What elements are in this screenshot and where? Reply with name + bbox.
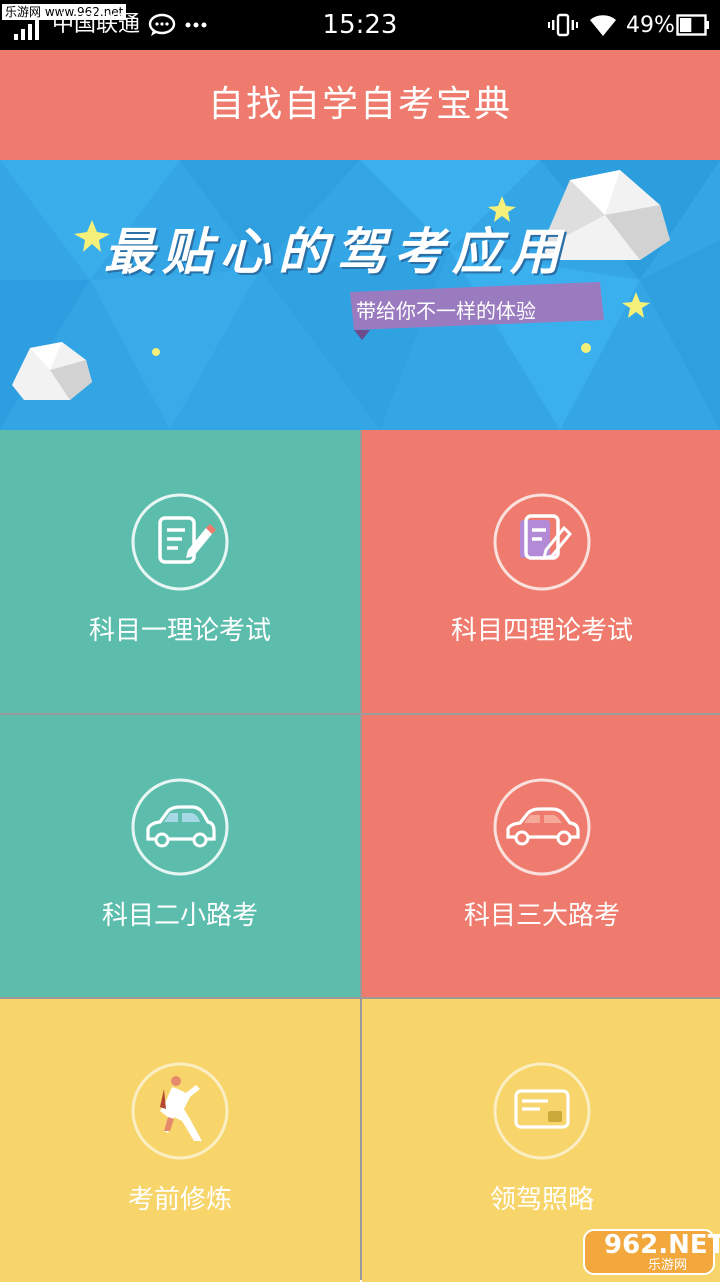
tile-pre-exam-training[interactable]: 考前修炼 <box>0 999 360 1282</box>
tile-subject-three[interactable]: 科目三大路考 <box>362 715 720 998</box>
page-title: 自找自学自考宝典 <box>207 84 512 125</box>
site-logo-text: 962.NET <box>604 1230 720 1260</box>
exam-edit-icon <box>493 493 591 591</box>
exam-note-icon <box>131 493 229 591</box>
wifi-icon <box>590 15 616 37</box>
banner[interactable]: 最贴心的驾考应用 带给你不一样的体验 <box>0 160 720 430</box>
tile-label-subject-four: 科目四理论考试 <box>450 616 633 646</box>
app-header: 自找自学自考宝典 <box>0 50 720 160</box>
grid-divider-horizontal-2 <box>0 997 720 999</box>
car-icon <box>493 778 591 876</box>
battery-percent: 49% <box>626 13 675 38</box>
grid-divider-horizontal-1 <box>0 713 720 715</box>
tile-subject-two[interactable]: 科目二小路考 <box>0 715 360 998</box>
exercise-icon <box>131 1062 229 1160</box>
status-bar: 乐游网 www.962.net 中国联通 15:23 49% <box>0 0 720 50</box>
site-logo-sub: 乐游网 <box>648 1258 688 1273</box>
tile-label-pre-exam-training: 考前修炼 <box>127 1185 232 1215</box>
vibrate-icon <box>548 13 578 37</box>
license-card-icon <box>493 1062 591 1160</box>
grid-divider-vertical <box>360 430 362 1280</box>
tile-label-subject-two: 科目二小路考 <box>101 901 258 931</box>
small-car-icon <box>131 778 229 876</box>
tile-label-subject-one: 科目一理论考试 <box>88 616 271 646</box>
tile-subject-one[interactable]: 科目一理论考试 <box>0 430 360 713</box>
tile-label-subject-three: 科目三大路考 <box>463 901 620 931</box>
tile-subject-four[interactable]: 科目四理论考试 <box>362 430 720 713</box>
tile-label-license-guide: 领驾照略 <box>489 1185 594 1215</box>
banner-tagline: 带给你不一样的体验 <box>356 299 536 323</box>
battery-icon <box>676 14 709 36</box>
banner-slogan: 最贴心的驾考应用 <box>104 222 568 281</box>
